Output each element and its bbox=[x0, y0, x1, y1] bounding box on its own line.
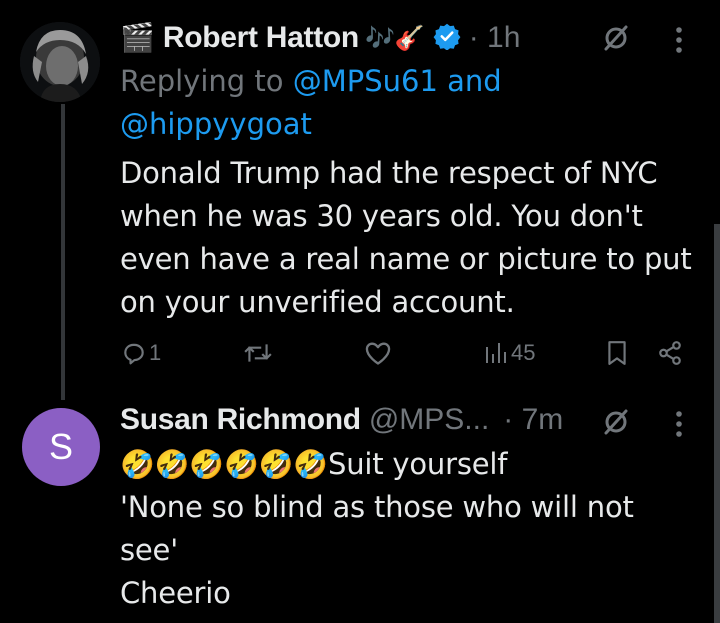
share-button[interactable] bbox=[656, 340, 684, 366]
reply-line-3: Cheerio bbox=[120, 576, 231, 610]
reply-and: and bbox=[447, 64, 502, 98]
timestamp[interactable]: · 1h bbox=[469, 21, 521, 55]
tweet-header: 🎬 Robert Hatton 🎶🎸 · 1h bbox=[120, 18, 520, 58]
reply-line-1: Suit yourself bbox=[327, 447, 508, 481]
thread-line bbox=[61, 104, 65, 400]
replying-to: Replying to @MPSu61 and @hippyygoat bbox=[120, 60, 680, 146]
views-button[interactable]: 45 bbox=[484, 340, 535, 366]
timestamp[interactable]: · 7m bbox=[503, 403, 563, 437]
tweet-text: Donald Trump had the respect of NYC when… bbox=[120, 156, 692, 319]
like-button[interactable] bbox=[364, 340, 392, 366]
reply-text: 🤣🤣🤣🤣🤣🤣Suit yourself 'None so blind as th… bbox=[120, 443, 700, 615]
retweet-icon bbox=[244, 344, 272, 362]
reply-handle-1[interactable]: @MPSu61 bbox=[293, 64, 438, 98]
views-icon bbox=[486, 343, 506, 363]
retweet-button[interactable] bbox=[243, 340, 273, 366]
grok-icon[interactable] bbox=[602, 24, 630, 56]
tweet-header: Susan Richmond @MPS... · 7m bbox=[120, 400, 563, 440]
share-icon bbox=[659, 341, 681, 365]
reply-icon bbox=[124, 343, 144, 365]
reply-button[interactable]: 1 bbox=[121, 340, 161, 366]
display-name[interactable]: Robert Hatton bbox=[163, 21, 359, 55]
scrollbar[interactable] bbox=[714, 224, 720, 623]
handle[interactable]: @MPS... bbox=[369, 403, 489, 437]
grok-icon[interactable] bbox=[602, 408, 630, 440]
avatar[interactable] bbox=[20, 22, 100, 102]
like-icon bbox=[365, 342, 391, 365]
display-name[interactable]: Susan Richmond bbox=[120, 403, 361, 437]
views-count: 45 bbox=[511, 340, 536, 365]
laughing-emojis: 🤣🤣🤣🤣🤣🤣 bbox=[120, 448, 328, 481]
bookmark-button[interactable] bbox=[606, 340, 628, 366]
verified-badge bbox=[433, 22, 461, 54]
reply-handle-2[interactable]: @hippyygoat bbox=[120, 107, 312, 141]
replying-prefix: Replying to bbox=[120, 64, 284, 98]
reply-line-2: 'None so blind as those who will not see… bbox=[120, 490, 634, 567]
name-emojis: 🎶🎸 bbox=[364, 24, 425, 52]
more-icon[interactable] bbox=[674, 410, 684, 442]
more-icon[interactable] bbox=[674, 26, 684, 58]
bookmark-icon bbox=[608, 341, 626, 365]
clapper-emoji: 🎬 bbox=[120, 21, 155, 54]
avatar[interactable]: S bbox=[22, 408, 100, 486]
